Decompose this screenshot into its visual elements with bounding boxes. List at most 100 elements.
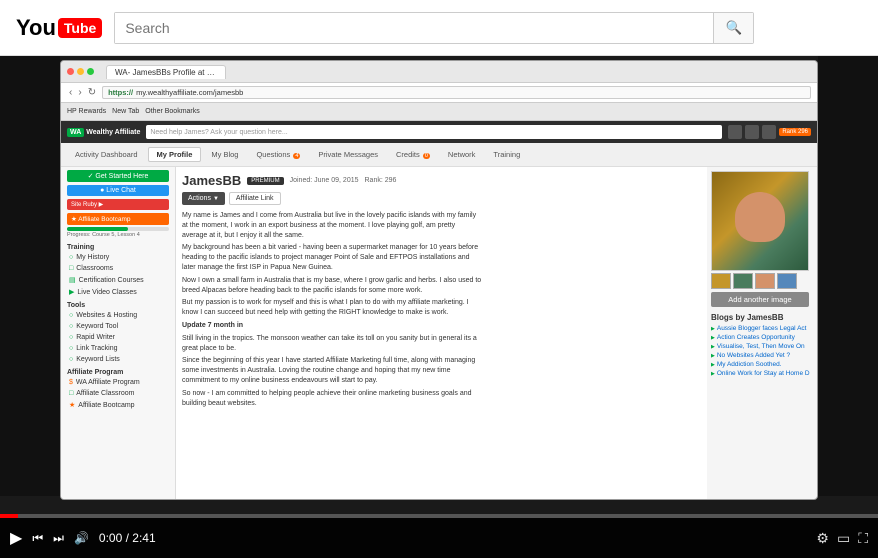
sidebar-certification-courses[interactable]: ▤Certification Courses: [61, 274, 175, 286]
sidebar-live-video[interactable]: ▶Live Video Classes: [61, 286, 175, 298]
wa-toolbar-icon-3[interactable]: [762, 125, 776, 139]
photo-thumb-2[interactable]: [733, 273, 753, 289]
blog-item-1[interactable]: Aussie Blogger faces Legal Act: [711, 325, 813, 332]
back-button[interactable]: ‹: [67, 87, 74, 98]
youtube-header: You Tube 🔍: [0, 0, 878, 56]
tab-activity-dashboard[interactable]: Activity Dashboard: [67, 148, 146, 161]
wa-toolbar-icon-1[interactable]: [728, 125, 742, 139]
sidebar-keyword-lists[interactable]: ○Keyword Lists: [61, 354, 175, 365]
photo-thumb-3[interactable]: [755, 273, 775, 289]
wa-toolbar-icons: Rank 296: [728, 125, 811, 139]
forward-button[interactable]: ›: [76, 87, 83, 98]
youtube-logo[interactable]: You Tube: [16, 15, 102, 41]
bookmark-hp[interactable]: HP Rewards: [67, 108, 106, 115]
maximize-dot[interactable]: [87, 68, 94, 75]
sidebar-get-started[interactable]: ✓ Get Started Here: [67, 170, 169, 182]
add-image-button[interactable]: Add another image: [711, 292, 809, 307]
sidebar-keyword-tool[interactable]: ○Keyword Tool: [61, 321, 175, 332]
photo-thumb-4[interactable]: [777, 273, 797, 289]
wa-toolbar-icon-2[interactable]: [745, 125, 759, 139]
bookmark-other[interactable]: Other Bookmarks: [145, 108, 199, 115]
wa-rank-badge: Rank 296: [779, 128, 811, 136]
next-button[interactable]: ⏭: [53, 531, 64, 546]
blog-item-3[interactable]: Visualise, Test, Then Move On: [711, 343, 813, 350]
bookmark-newtab[interactable]: New Tab: [112, 108, 139, 115]
sidebar-tools-title: Tools: [61, 298, 175, 310]
video-container: WA- JamesBBs Profile at Wea... ‹ › ↻ htt…: [0, 56, 878, 558]
wa-logo-icon: WA: [67, 128, 84, 137]
refresh-button[interactable]: ↻: [86, 87, 98, 98]
browser-tab[interactable]: WA- JamesBBs Profile at Wea...: [106, 65, 226, 79]
sidebar-affiliate-bootcamp-link[interactable]: ★Affiliate Bootcamp: [61, 399, 175, 411]
sidebar-live-chat[interactable]: ● Live Chat: [67, 185, 169, 196]
prev-button[interactable]: ⏮: [32, 531, 43, 546]
blog-item-6[interactable]: Online Work for Stay at Home D: [711, 370, 813, 377]
tab-credits[interactable]: Credits 0: [388, 148, 438, 161]
wa-main-area: JamesBB PREMIUM Joined: June 09, 2015 Ra…: [176, 167, 817, 500]
bio-p7: So now - I am committed to helping peopl…: [182, 389, 482, 409]
tab-my-blog[interactable]: My Blog: [203, 148, 246, 161]
url-bar[interactable]: https:// my.wealthyaffiliate.com/jamesbb: [102, 86, 811, 99]
blog-4-label: No Websites Added Yet ?: [717, 352, 790, 359]
wa-toolbar: WA Wealthy Affiliate Need help James? As…: [61, 121, 817, 143]
minimize-dot[interactable]: [77, 68, 84, 75]
tab-network[interactable]: Network: [440, 148, 484, 161]
sidebar-site-ruby[interactable]: Site Ruby ▶: [67, 199, 169, 210]
blog-1-label: Aussie Blogger faces Legal Act: [717, 325, 807, 332]
sidebar-affiliate-bootcamp[interactable]: ★ Affiliate Bootcamp: [67, 213, 169, 225]
tab-my-profile[interactable]: My Profile: [148, 147, 202, 162]
photo-thumb-1[interactable]: [711, 273, 731, 289]
tab-questions[interactable]: Questions 4: [248, 148, 308, 161]
bookmarks-bar: HP Rewards New Tab Other Bookmarks: [61, 103, 817, 121]
wa-right-panel: Add another image Blogs by JamesBB Aussi…: [707, 167, 817, 500]
controls-row: ▶ ⏮ ⏭ 🔊 0:00 / 2:41 ⚙ ▭ ⛶: [0, 518, 878, 558]
fullscreen-icon[interactable]: ⛶: [858, 530, 868, 547]
blog-item-5[interactable]: My Addiction Soothed.: [711, 361, 813, 368]
sidebar-my-history[interactable]: ○My History: [61, 252, 175, 263]
video-progress-played: [0, 514, 18, 518]
search-button[interactable]: 🔍: [713, 13, 753, 43]
url-domain: my.wealthyaffiliate.com/jamesbb: [136, 88, 243, 97]
blogs-title: Blogs by JamesBB: [711, 313, 813, 322]
address-bar: ‹ › ↻ https:// my.wealthyaffiliate.com/j…: [61, 83, 817, 103]
actions-button[interactable]: Actions ▼: [182, 192, 225, 205]
video-progress-track[interactable]: [0, 514, 878, 518]
profile-bio: My name is James and I come from Austral…: [182, 211, 482, 408]
blog-5-label: My Addiction Soothed.: [717, 361, 782, 368]
progress-bar: [67, 227, 169, 231]
sidebar-classrooms[interactable]: □Classrooms: [61, 263, 175, 274]
logo-you: You: [16, 15, 56, 41]
settings-icon[interactable]: ⚙: [816, 530, 829, 547]
wa-search-placeholder: Need help James? Ask your question here.…: [150, 129, 287, 136]
wa-logo[interactable]: WA Wealthy Affiliate: [67, 128, 140, 137]
profile-rank-badge: PREMIUM: [247, 177, 283, 185]
wa-search-bar[interactable]: Need help James? Ask your question here.…: [146, 125, 722, 139]
sidebar-rapid-writer[interactable]: ○Rapid Writer: [61, 332, 175, 343]
blog-3-label: Visualise, Test, Then Move On: [717, 343, 805, 350]
video-controls: ▶ ⏮ ⏭ 🔊 0:00 / 2:41 ⚙ ▭ ⛶: [0, 514, 878, 558]
browser-screenshot: WA- JamesBBs Profile at Wea... ‹ › ↻ htt…: [60, 60, 818, 500]
wa-logo-text: Wealthy Affiliate: [86, 129, 140, 136]
bio-p2: My background has been a bit varied - ha…: [182, 243, 482, 272]
credits-badge: 0: [423, 153, 430, 159]
sidebar-websites-hosting[interactable]: ○Websites & Hosting: [61, 310, 175, 321]
sidebar-link-tracking[interactable]: ○Link Tracking: [61, 343, 175, 354]
sidebar-affiliate-title: Affiliate Program: [61, 365, 175, 377]
tab-training[interactable]: Training: [485, 148, 528, 161]
sidebar-wa-affiliate-program[interactable]: $WA Affiliate Program: [61, 377, 175, 388]
blog-item-2[interactable]: Action Creates Opportunity: [711, 334, 813, 341]
profile-face: [735, 192, 785, 242]
sidebar-affiliate-classroom[interactable]: □Affiliate Classroom: [61, 388, 175, 399]
volume-button[interactable]: 🔊: [74, 531, 89, 545]
miniplayer-icon[interactable]: ▭: [837, 530, 850, 547]
search-bar: 🔍: [114, 12, 754, 44]
blog-6-label: Online Work for Stay at Home D: [717, 370, 810, 377]
search-input[interactable]: [115, 13, 713, 43]
close-dot[interactable]: [67, 68, 74, 75]
affiliate-link-button[interactable]: Affiliate Link: [229, 192, 281, 205]
play-button[interactable]: ▶: [10, 528, 22, 548]
blog-item-4[interactable]: No Websites Added Yet ?: [711, 352, 813, 359]
tab-private-messages[interactable]: Private Messages: [310, 148, 386, 161]
actions-label: Actions: [188, 195, 211, 202]
sidebar-training-title: Training: [61, 240, 175, 252]
